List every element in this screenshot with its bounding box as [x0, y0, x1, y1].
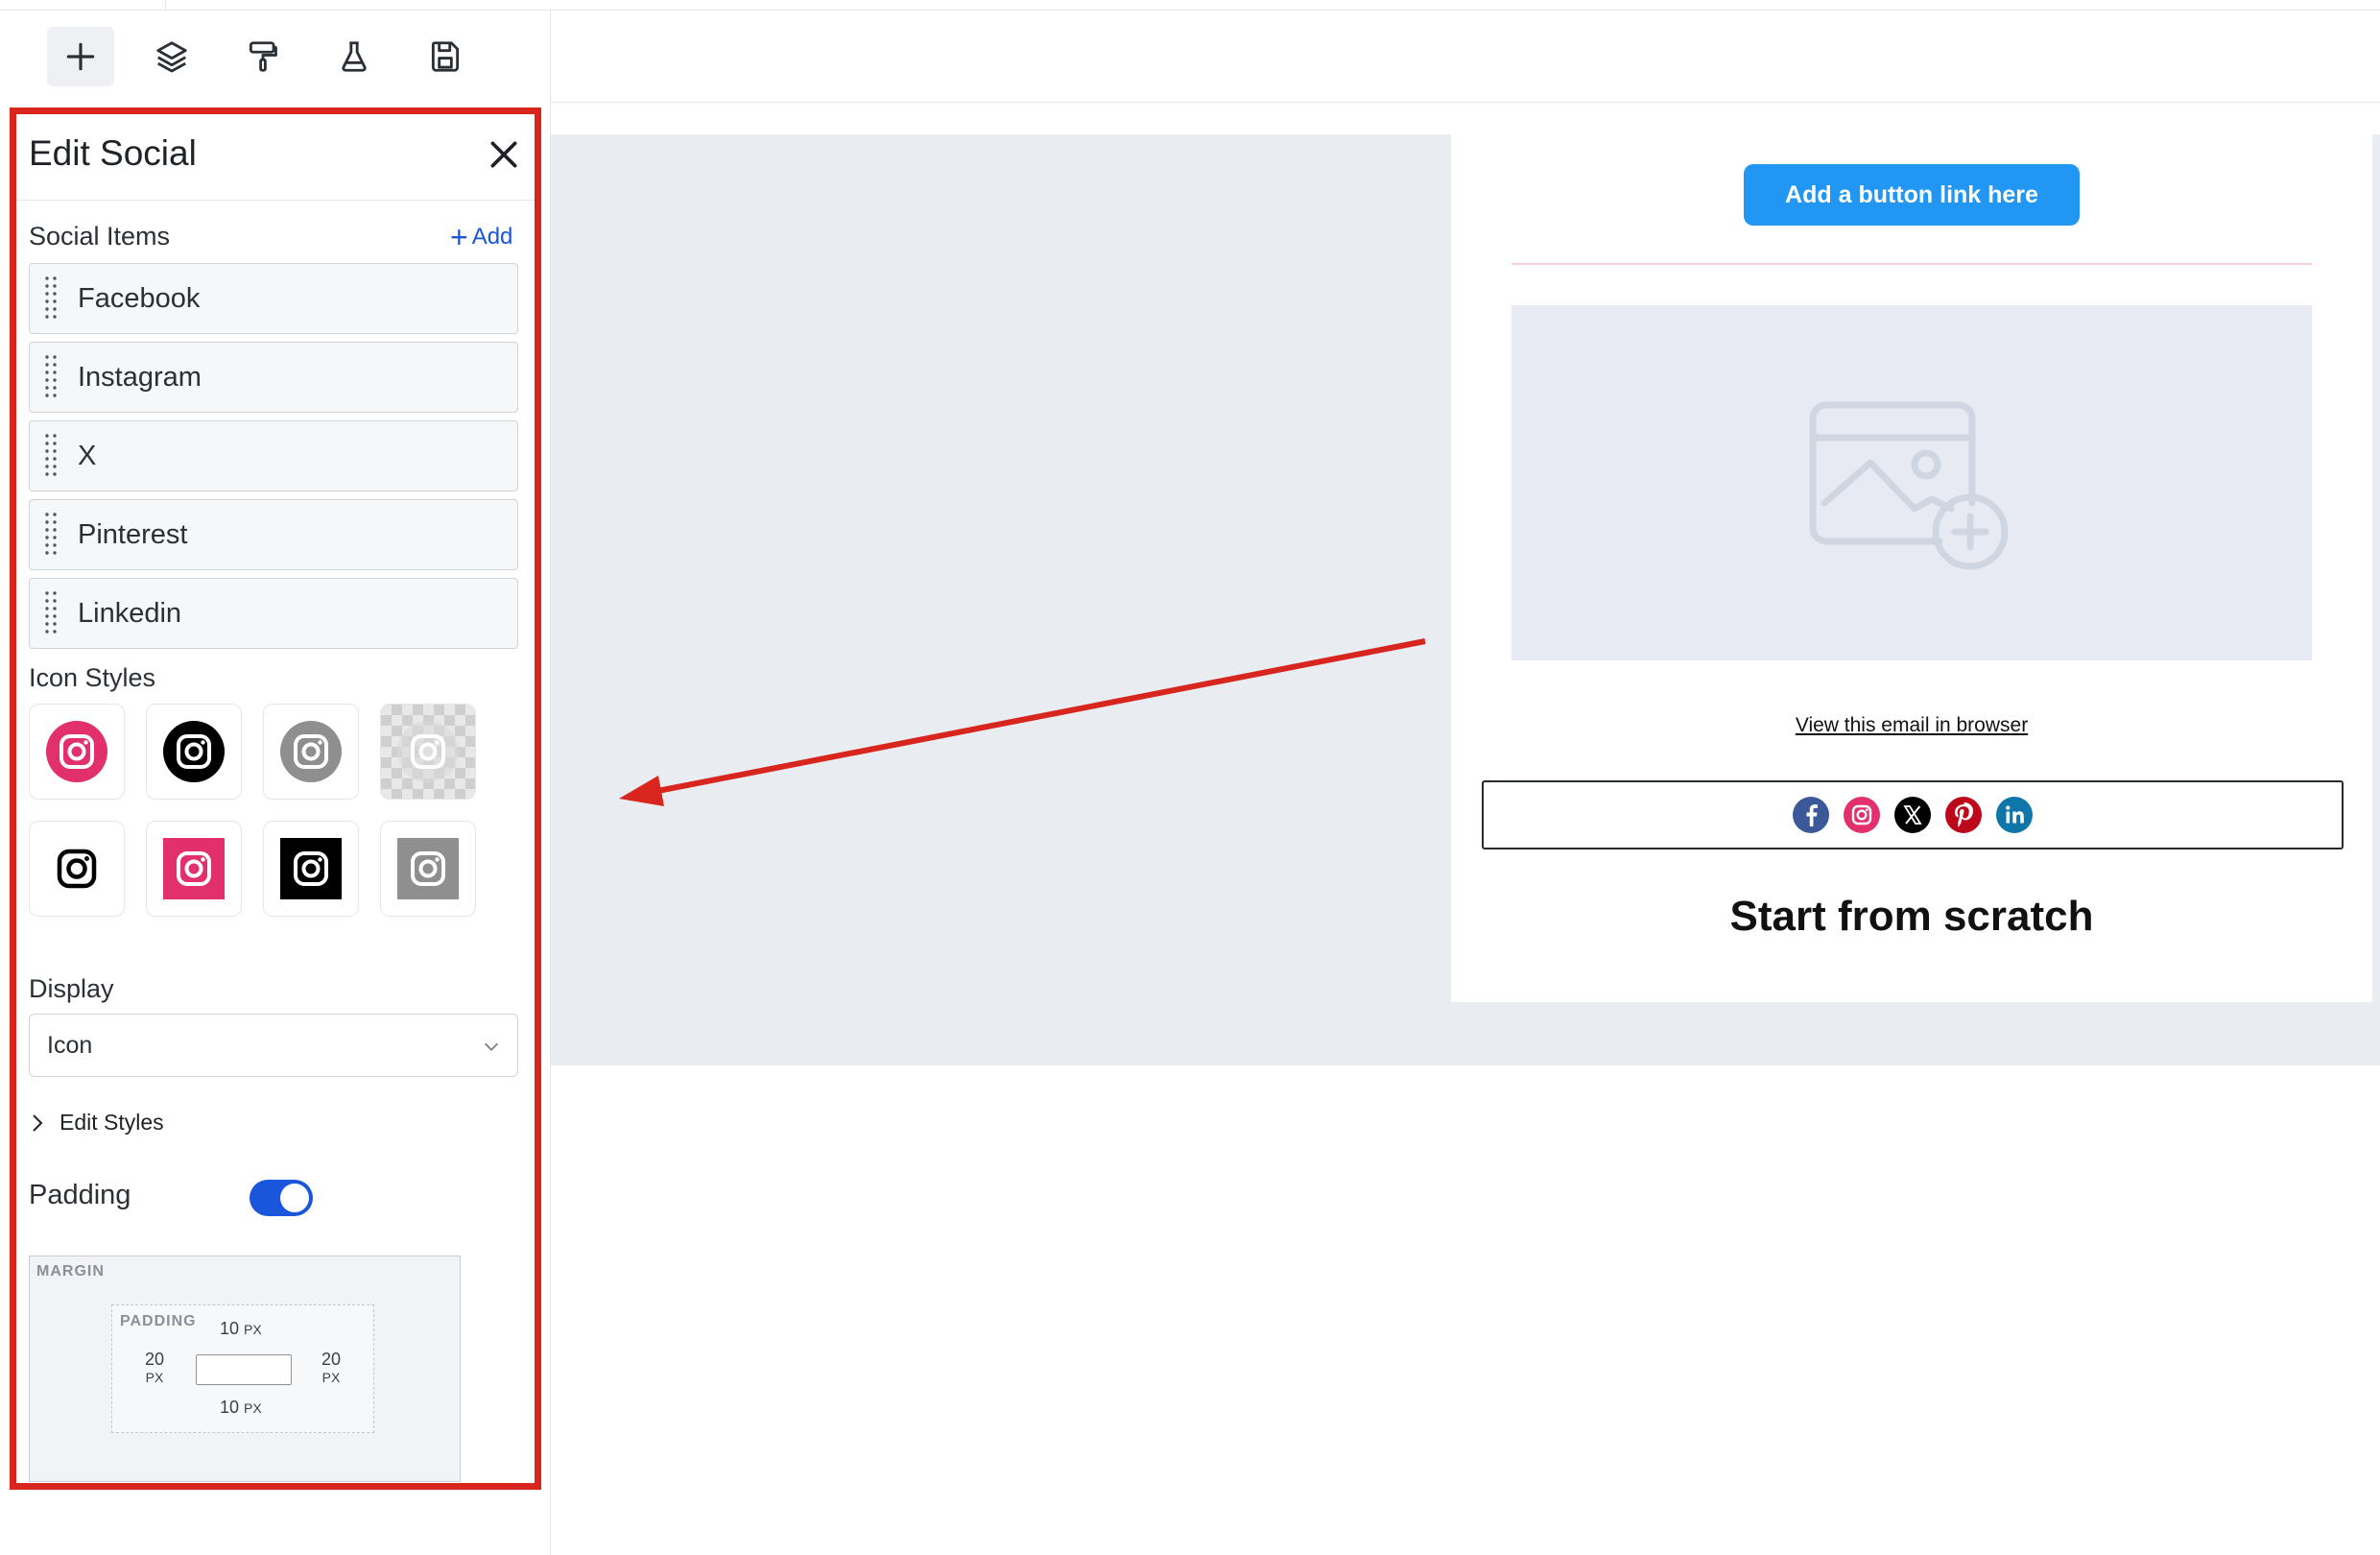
icon-styles-label: Icon Styles [29, 663, 156, 692]
padding-right-value[interactable]: 20 PX [318, 1350, 345, 1385]
drag-handle-icon[interactable] [43, 588, 59, 636]
toolbar-filler [551, 11, 2380, 103]
instagram-icon[interactable] [1843, 796, 1881, 834]
drag-handle-icon[interactable] [43, 274, 59, 322]
add-block-button[interactable] [47, 27, 114, 86]
add-label: Add [471, 224, 513, 250]
padding-bottom-value[interactable]: 10 PX [220, 1398, 262, 1418]
social-item-label: Facebook [78, 283, 201, 314]
view-in-browser-link[interactable]: View this email in browser [1451, 714, 2372, 737]
styles-button[interactable] [229, 27, 297, 86]
panel-title: Edit Social [29, 133, 197, 173]
icon-style-plain[interactable] [29, 821, 125, 917]
padding-box: PADDING 10 PX 20 PX 20 PX 10 PX [111, 1304, 374, 1433]
drag-handle-icon[interactable] [43, 510, 59, 558]
chevron-right-icon [33, 1113, 43, 1132]
social-item-instagram[interactable]: Instagram [29, 342, 518, 413]
save-icon [431, 41, 460, 72]
icon-style-black-square[interactable] [263, 821, 359, 917]
social-icons-block[interactable] [1482, 780, 2344, 849]
padding-left-value[interactable]: 20 PX [141, 1350, 168, 1385]
panel-header: Edit Social [16, 114, 535, 201]
email-cta-button[interactable]: Add a button link here [1744, 164, 2080, 226]
plus-icon: + [450, 220, 468, 254]
pinterest-icon[interactable] [1944, 796, 1983, 834]
annotation-arrow [619, 638, 1426, 806]
display-select-value: Icon [47, 1032, 93, 1059]
instagram-icon [57, 849, 97, 889]
edit-styles-label: Edit Styles [60, 1110, 164, 1135]
email-preview: Add a button link here View this email i… [1451, 134, 2372, 1002]
close-icon [490, 141, 517, 168]
social-item-facebook[interactable]: Facebook [29, 263, 518, 334]
display-select[interactable]: Icon [29, 1014, 518, 1077]
icon-style-gray-circle[interactable] [263, 704, 359, 800]
layers-button[interactable] [138, 27, 205, 86]
top-strip [0, 0, 2380, 11]
social-item-pinterest[interactable]: Pinterest [29, 499, 518, 570]
padding-label: Padding [29, 1180, 131, 1210]
linkedin-icon[interactable] [1995, 796, 2034, 834]
edit-social-panel: Edit Social Social Items + Add Facebook … [10, 108, 541, 1490]
padding-top-value[interactable]: 10 PX [220, 1319, 262, 1339]
test-button[interactable] [321, 27, 388, 86]
image-placeholder[interactable] [1511, 305, 2312, 660]
social-item-label: Instagram [78, 362, 202, 393]
social-item-x[interactable]: X [29, 420, 518, 491]
instagram-icon [397, 838, 459, 899]
paint-roller-icon [249, 41, 277, 72]
content-box [196, 1354, 292, 1385]
icon-style-black-circle[interactable] [146, 704, 242, 800]
add-social-item-button[interactable]: + Add [450, 220, 513, 254]
social-items-label: Social Items [29, 222, 171, 251]
social-item-label: Pinterest [78, 519, 188, 550]
display-label: Display [29, 974, 114, 1003]
padding-toggle[interactable] [250, 1180, 313, 1216]
layers-icon [156, 41, 187, 73]
facebook-icon[interactable] [1792, 796, 1830, 834]
flask-icon [342, 41, 367, 72]
icon-style-color-square[interactable] [146, 821, 242, 917]
email-divider[interactable] [1511, 263, 2312, 265]
icon-style-color-circle[interactable] [29, 704, 125, 800]
x-icon[interactable] [1893, 796, 1932, 834]
drag-handle-icon[interactable] [43, 352, 59, 400]
padding-title: PADDING [120, 1313, 197, 1329]
social-item-linkedin[interactable]: Linkedin [29, 578, 518, 649]
close-button[interactable] [485, 135, 523, 174]
toggle-knob [280, 1184, 309, 1212]
drag-handle-icon[interactable] [43, 431, 59, 479]
social-item-label: X [78, 441, 97, 471]
icon-style-gray-square[interactable] [380, 821, 476, 917]
social-items-list: Facebook Instagram X Pinterest Linkedin [29, 263, 518, 657]
margin-title: MARGIN [36, 1263, 105, 1280]
chevron-down-icon [484, 1042, 499, 1051]
instagram-icon [280, 721, 342, 782]
instagram-icon [280, 838, 342, 899]
margin-box: MARGIN PADDING 10 PX 20 PX 20 PX 10 PX [29, 1256, 461, 1482]
instagram-icon [397, 721, 459, 782]
icon-style-transparent-circle[interactable] [380, 704, 476, 800]
social-item-label: Linkedin [78, 598, 182, 629]
instagram-icon [163, 721, 225, 782]
instagram-icon [163, 838, 225, 899]
add-image-icon [1809, 401, 2009, 570]
editor-toolbar [0, 11, 551, 103]
save-button[interactable] [412, 27, 479, 86]
edit-styles-toggle[interactable]: Edit Styles [29, 1110, 164, 1136]
email-heading[interactable]: Start from scratch [1451, 893, 2372, 941]
plus-icon [66, 42, 95, 71]
top-divider [165, 0, 166, 11]
instagram-icon [46, 721, 107, 782]
